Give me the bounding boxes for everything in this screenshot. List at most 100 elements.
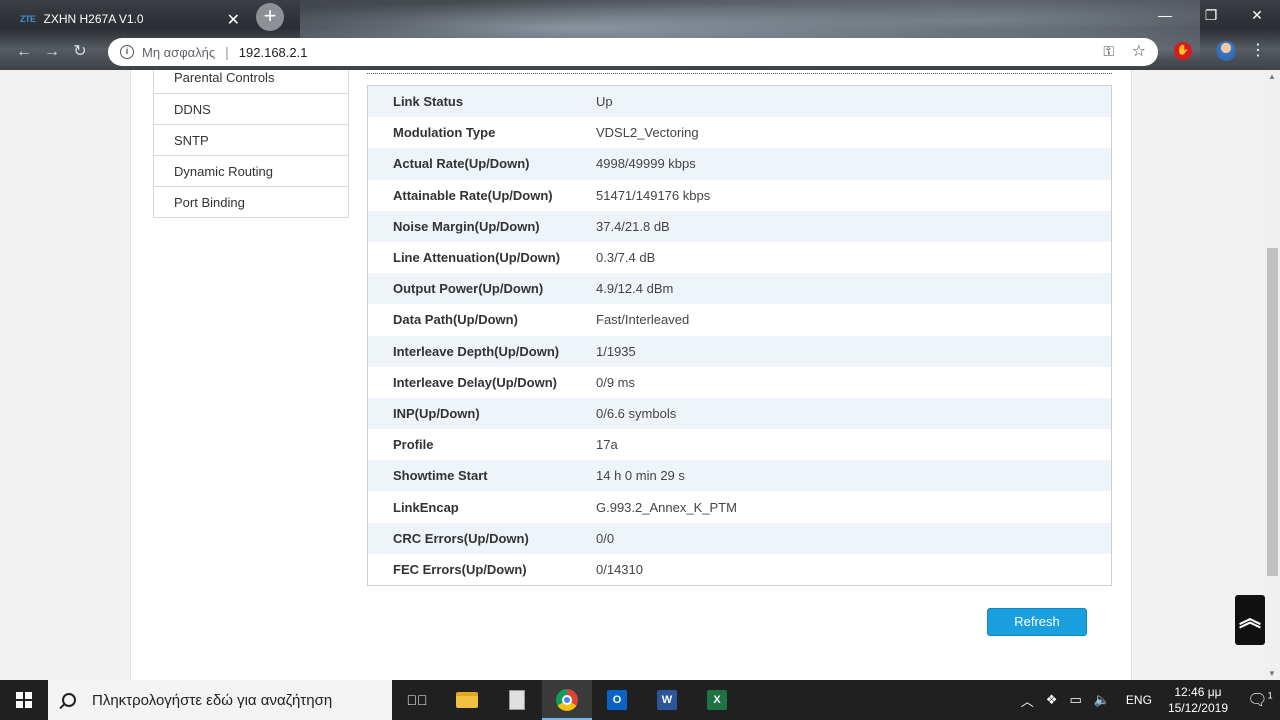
minimize-icon[interactable]: —: [1142, 0, 1188, 30]
scroll-up-icon[interactable]: ▲: [1268, 72, 1276, 81]
scroll-to-top-icon[interactable]: ︽: [1235, 595, 1265, 645]
tab-close-icon[interactable]: ✕: [227, 10, 240, 30]
start-button[interactable]: [0, 680, 48, 720]
forward-icon[interactable]: →: [38, 40, 66, 64]
back-icon[interactable]: ←: [10, 40, 38, 64]
clock[interactable]: 12:46 μμ 15/12/2019: [1168, 684, 1228, 716]
row-label: Interleave Depth(Up/Down): [393, 343, 560, 359]
new-tab-button[interactable]: +: [256, 3, 284, 31]
scrollbar-thumb[interactable]: [1267, 248, 1278, 576]
page-scrollbar[interactable]: ▲ ▼: [1265, 70, 1280, 680]
row-value: 0.3/7.4 dB: [596, 250, 656, 266]
sidebar-item-ddns[interactable]: DDNS: [153, 94, 349, 125]
table-row: Output Power(Up/Down) 4.9/12.4 dBm: [368, 273, 1111, 305]
info-icon[interactable]: i: [120, 45, 134, 59]
row-label: Interleave Delay(Up/Down): [393, 374, 557, 390]
row-value: 0/0: [596, 530, 615, 546]
security-label: Μη ασφαλής: [142, 44, 216, 60]
clock-date: 15/12/2019: [1167, 701, 1228, 715]
row-label: Line Attenuation(Up/Down): [393, 250, 561, 266]
taskbar-search-box[interactable]: Πληκτρολογήστε εδώ για αναζήτηση: [48, 680, 392, 720]
table-row: Line Attenuation(Up/Down) 0.3/7.4 dB: [368, 241, 1111, 274]
file-explorer-icon[interactable]: [442, 680, 492, 720]
sidebar-menu: Parental Controls DDNS SNTP Dynamic Rout…: [153, 70, 349, 218]
table-row: Modulation Type VDSL2_Vectoring: [368, 117, 1111, 149]
dropbox-icon[interactable]: ❖: [1046, 692, 1058, 708]
table-row: Noise Margin(Up/Down) 37.4/21.8 dB: [368, 210, 1111, 242]
navigation-buttons: ← → ↻: [10, 40, 94, 64]
row-value: 37.4/21.8 dB: [596, 218, 670, 234]
sidebar-item-dynamic-routing[interactable]: Dynamic Routing: [153, 156, 349, 187]
row-label: FEC Errors(Up/Down): [393, 561, 527, 577]
browser-tab[interactable]: ZTE ZXHN H267A V1.0 ✕: [8, 4, 248, 34]
refresh-button[interactable]: Refresh: [987, 608, 1087, 636]
row-label: Profile: [393, 437, 434, 453]
row-label: Actual Rate(Up/Down): [393, 156, 530, 172]
address-bar[interactable]: i Μη ασφαλής | 192.168.2.1 ⚿ ☆: [108, 38, 1158, 66]
table-row: Profile 17a: [368, 429, 1111, 461]
row-label: Showtime Start: [393, 468, 488, 484]
clock-time: 12:46 μμ: [1174, 685, 1222, 699]
row-value: 0/14310: [596, 561, 643, 577]
section-divider: [367, 73, 1112, 74]
row-label: Data Path(Up/Down): [393, 312, 518, 328]
windows-taskbar: Πληκτρολογήστε εδώ για αναζήτηση ▯⃒ O W …: [0, 680, 1280, 720]
table-row: Attainable Rate(Up/Down) 51471/149176 kbp…: [368, 179, 1111, 211]
extension-stop-icon[interactable]: ✋: [1174, 42, 1192, 60]
row-value: VDSL2_Vectoring: [596, 125, 699, 141]
outlook-icon[interactable]: O: [592, 680, 642, 720]
row-label: INP(Up/Down): [393, 405, 480, 421]
scroll-down-icon[interactable]: ▼: [1268, 669, 1276, 678]
close-window-icon[interactable]: ✕: [1234, 0, 1280, 30]
row-label: LinkEncap: [393, 499, 459, 515]
table-row: LinkEncap G.993.2_Annex_K_PTM: [368, 491, 1111, 523]
row-value: Fast/Interleaved: [596, 312, 690, 328]
sidebar-item-sntp[interactable]: SNTP: [153, 125, 349, 156]
chevron-up-icon[interactable]: ︿: [1021, 691, 1034, 710]
table-row: CRC Errors(Up/Down) 0/0: [368, 522, 1111, 554]
key-icon[interactable]: ⚿: [1103, 43, 1114, 60]
notification-count: 1: [1267, 690, 1273, 701]
row-value: 1/1935: [596, 343, 636, 359]
notification-center-icon[interactable]: 🗨1: [1240, 690, 1280, 710]
dsl-info-table: Link Status Up Modulation Type VDSL2_Vecto…: [367, 85, 1112, 586]
excel-icon[interactable]: X: [692, 680, 742, 720]
row-value: 0/9 ms: [596, 374, 636, 390]
row-value: G.993.2_Annex_K_PTM: [596, 499, 737, 515]
row-label: Link Status: [393, 94, 464, 110]
search-placeholder: Πληκτρολογήστε εδώ για αναζήτηση: [92, 691, 333, 709]
table-row: Showtime Start 14 h 0 min 29 s: [368, 460, 1111, 492]
row-label: Modulation Type: [393, 125, 496, 141]
sidebar-item-parental-controls[interactable]: Parental Controls: [153, 70, 349, 94]
sidebar-item-port-binding[interactable]: Port Binding: [153, 187, 349, 218]
url-text[interactable]: 192.168.2.1: [239, 45, 308, 60]
restore-icon[interactable]: ❐: [1188, 0, 1234, 30]
task-view-icon[interactable]: ▯⃒: [392, 680, 442, 720]
page-viewport: Parental Controls DDNS SNTP Dynamic Rout…: [0, 70, 1265, 680]
row-value: 4998/49999 kbps: [596, 156, 696, 172]
search-icon: [62, 693, 76, 707]
browser-menu-icon[interactable]: ⋮: [1250, 40, 1266, 60]
row-label: Attainable Rate(Up/Down): [393, 187, 553, 203]
system-tray: ︿ ❖ ▭ 🔈 ENG 12:46 μμ 15/12/2019 🗨1: [1015, 680, 1280, 720]
bookmark-star-icon[interactable]: ☆: [1132, 41, 1146, 61]
calculator-icon[interactable]: [492, 680, 542, 720]
profile-avatar[interactable]: [1216, 41, 1236, 61]
row-value: 0/6.6 symbols: [596, 405, 677, 421]
row-value: 4.9/12.4 dBm: [596, 281, 674, 297]
zte-logo-icon: ZTE: [20, 14, 36, 24]
table-row: Interleave Depth(Up/Down) 1/1935: [368, 335, 1111, 367]
router-page: Parental Controls DDNS SNTP Dynamic Rout…: [130, 70, 1132, 680]
word-icon[interactable]: W: [642, 680, 692, 720]
network-icon[interactable]: ▭: [1069, 692, 1081, 708]
chrome-icon[interactable]: [542, 680, 592, 720]
table-row: INP(Up/Down) 0/6.6 symbols: [368, 397, 1111, 430]
table-row: FEC Errors(Up/Down) 0/14310: [368, 553, 1111, 585]
language-indicator[interactable]: ENG: [1126, 693, 1152, 707]
row-label: Output Power(Up/Down): [393, 281, 544, 297]
table-row: Interleave Delay(Up/Down) 0/9 ms: [368, 366, 1111, 398]
windows-logo-icon: [16, 692, 32, 708]
volume-icon[interactable]: 🔈: [1094, 692, 1110, 708]
table-row: Data Path(Up/Down) Fast/Interleaved: [368, 304, 1111, 336]
reload-icon[interactable]: ↻: [66, 40, 94, 64]
